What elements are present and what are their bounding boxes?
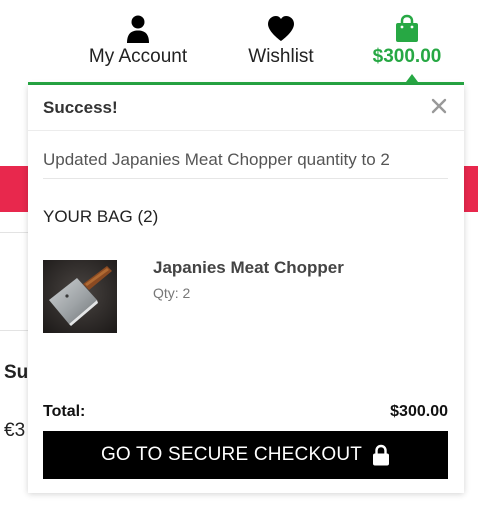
checkout-button-label: GO TO SECURE CHECKOUT bbox=[100, 444, 363, 465]
nav-shopping-bag[interactable]: $300.00 bbox=[364, 14, 450, 68]
lock-icon bbox=[373, 444, 390, 466]
nav-wishlist[interactable]: Wishlist bbox=[240, 14, 322, 68]
shopping-bag-icon bbox=[396, 14, 418, 42]
product-quantity: Qty: 2 bbox=[153, 285, 191, 301]
product-image[interactable] bbox=[43, 260, 117, 333]
total-label: Total: bbox=[43, 403, 86, 420]
nav-wishlist-label: Wishlist bbox=[248, 46, 314, 67]
bag-heading: YOUR BAG (2) bbox=[43, 207, 159, 226]
meat-chopper-knife-photo bbox=[43, 260, 117, 333]
nav-bag-total: $300.00 bbox=[372, 46, 442, 67]
popup-divider bbox=[43, 178, 448, 179]
user-icon bbox=[127, 15, 149, 43]
close-icon[interactable] bbox=[428, 95, 450, 117]
heart-icon bbox=[268, 16, 294, 41]
popup-title: Success! bbox=[43, 98, 118, 117]
bag-success-popup: Success! Updated Japanies Meat Chopper q… bbox=[28, 85, 464, 493]
nav-my-account[interactable]: My Account bbox=[84, 14, 192, 68]
total-value: $300.00 bbox=[390, 403, 448, 420]
popup-pointer-caret bbox=[406, 74, 418, 82]
secure-checkout-button[interactable]: GO TO SECURE CHECKOUT bbox=[43, 431, 448, 479]
background-price-text: €3 bbox=[4, 420, 26, 441]
product-name[interactable]: Japanies Meat Chopper bbox=[153, 258, 344, 278]
popup-header: Success! bbox=[28, 85, 464, 131]
nav-my-account-label: My Account bbox=[88, 46, 188, 67]
success-message: Updated Japanies Meat Chopper quantity t… bbox=[43, 150, 390, 169]
